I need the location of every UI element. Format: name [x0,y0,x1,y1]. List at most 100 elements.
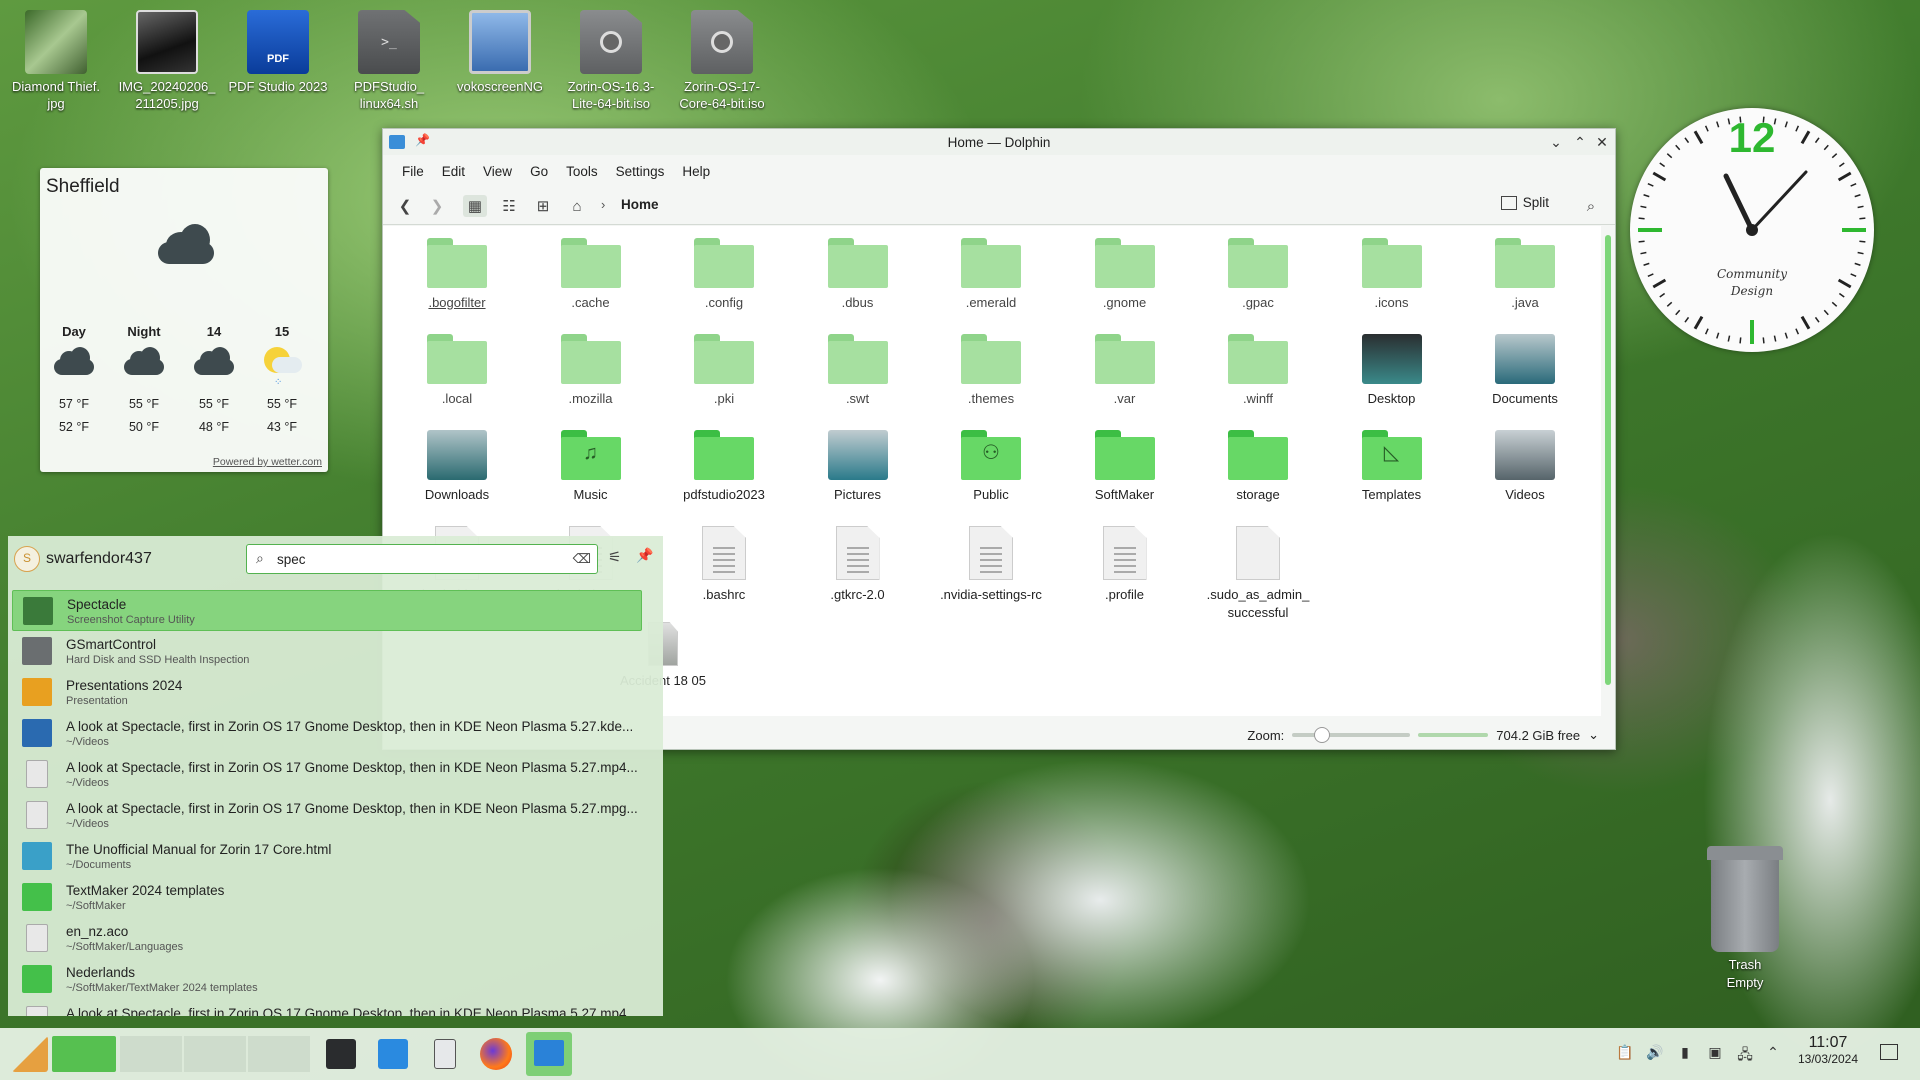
desktop-icon[interactable]: Zorin-OS-17- Core-64-bit.iso [672,6,772,112]
window-titlebar[interactable]: 📌 Home — Dolphin ⌄ ⌃ ✕ [383,129,1615,155]
kde-connect-icon[interactable] [434,1039,456,1069]
file-item[interactable]: .config [664,238,784,312]
search-result[interactable]: Spectacle Screenshot Capture Utility [12,590,642,631]
file-item[interactable]: .themes [931,334,1051,408]
close-button[interactable]: ✕ [1593,133,1611,151]
clear-search-icon[interactable]: ⌫ [573,551,591,567]
file-item[interactable]: .icons [1332,238,1452,312]
desktop-icon[interactable]: Diamond Thief. jpg [6,6,106,112]
compact-view-icon[interactable]: ☷ [497,195,521,217]
desktop-icon[interactable]: PDF PDF Studio 2023 [228,6,328,95]
home-icon[interactable]: ⌂ [565,195,589,217]
show-desktop-icon[interactable] [1880,1044,1898,1060]
pin-icon[interactable]: 📌 [636,547,653,564]
file-item[interactable]: .local [397,334,517,408]
file-item[interactable]: .gtkrc-2.0 [798,526,918,604]
file-item[interactable]: Pictures [798,430,918,504]
search-result[interactable]: A look at Spectacle, first in Zorin OS 1… [12,754,642,795]
menu-settings[interactable]: Settings [607,164,674,179]
search-result[interactable]: The Unofficial Manual for Zorin 17 Core.… [12,836,642,877]
system-settings-icon[interactable] [326,1039,356,1069]
file-item[interactable]: ◺ Templates [1332,430,1452,504]
search-result[interactable]: A look at Spectacle, first in Zorin OS 1… [12,713,642,754]
file-item[interactable]: .java [1465,238,1585,312]
video-file-icon [22,719,52,747]
menu-edit[interactable]: Edit [433,164,474,179]
desktop-icon[interactable]: IMG_20240206_ 211205.jpg [117,6,217,112]
menu-file[interactable]: File [393,164,433,179]
file-item[interactable]: Downloads [397,430,517,504]
desktop-icon[interactable]: vokoscreenNG [450,6,550,95]
file-item[interactable]: .sudo_as_admin_ successful [1198,526,1318,622]
file-item[interactable]: .dbus [798,238,918,312]
menu-tools[interactable]: Tools [557,164,607,179]
file-item[interactable]: .bashrc [664,526,784,604]
volume-icon[interactable]: 🔊 [1646,1044,1664,1062]
desktop-icon[interactable]: Zorin-OS-16.3- Lite-64-bit.iso [561,6,661,112]
forward-arrow-icon[interactable]: ❯ [425,195,449,217]
avatar[interactable]: S [14,546,40,572]
pager-desktop-4[interactable] [248,1036,310,1072]
file-item[interactable]: .swt [798,334,918,408]
pager-desktop-3[interactable] [184,1036,246,1072]
minimize-button[interactable]: ⌄ [1547,133,1565,151]
menu-view[interactable]: View [474,164,521,179]
file-item[interactable]: .winff [1198,334,1318,408]
tray-expand-icon[interactable]: ⌃ [1764,1044,1782,1062]
file-item[interactable]: .gnome [1065,238,1185,312]
digital-clock[interactable]: 11:07 13/03/2024 [1786,1034,1870,1066]
search-result[interactable]: en_nz.aco ~/SoftMaker/Languages [12,918,642,959]
weather-provider-link[interactable]: Powered by wetter.com [213,456,322,468]
file-item[interactable]: ♫ Music [531,430,651,504]
firefox-icon[interactable] [480,1038,512,1070]
search-result[interactable]: TextMaker 2024 templates ~/SoftMaker [12,877,642,918]
clipboard-icon[interactable]: 📋 [1616,1044,1634,1062]
file-item[interactable]: ⚇ Public [931,430,1051,504]
search-result[interactable]: A look at Spectacle, first in Zorin OS 1… [12,795,642,836]
file-item[interactable]: pdfstudio2023 [664,430,784,504]
settings-sliders-icon[interactable]: ⚟ [608,548,621,566]
launcher-search-input[interactable]: ⌕ spec ⌫ [246,544,598,574]
file-item[interactable]: .gpac [1198,238,1318,312]
result-subtitle: ~/SoftMaker [66,900,126,912]
discover-store-icon[interactable] [378,1039,408,1069]
split-button[interactable]: Split [1500,195,1549,210]
pager-desktop-1[interactable] [52,1036,116,1072]
file-item[interactable]: Documents [1465,334,1585,408]
search-result[interactable]: Presentations 2024 Presentation [12,672,642,713]
file-item[interactable]: SoftMaker [1065,430,1185,504]
icons-view-icon[interactable]: ▦ [463,195,487,217]
network-icon[interactable]: 🖧 [1736,1044,1754,1062]
pager-desktop-2[interactable] [120,1036,182,1072]
trash-desktop-icon[interactable]: Trash Empty [1690,846,1800,992]
menu-go[interactable]: Go [521,164,557,179]
file-item[interactable]: .pki [664,334,784,408]
file-item[interactable]: .profile [1065,526,1185,604]
file-item[interactable]: .mozilla [531,334,651,408]
file-item[interactable]: .cache [531,238,651,312]
back-arrow-icon[interactable]: ❮ [393,195,417,217]
search-result[interactable]: A look at Spectacle, first in Zorin OS 1… [12,1000,642,1016]
dolphin-task-button[interactable] [526,1032,572,1076]
file-item[interactable]: .nvidia-settings-rc [931,526,1051,604]
kde-connect-tray-icon[interactable]: ▣ [1706,1044,1724,1062]
vertical-scrollbar[interactable] [1605,235,1611,685]
search-icon[interactable]: ⌕ [1579,195,1603,217]
search-result[interactable]: Nederlands ~/SoftMaker/TextMaker 2024 tem… [12,959,642,1000]
zoom-slider[interactable] [1292,727,1411,743]
file-item[interactable]: .emerald [931,238,1051,312]
maximize-button[interactable]: ⌃ [1571,133,1589,151]
search-result[interactable]: GSmartControl Hard Disk and SSD Health In… [12,631,642,672]
file-item[interactable]: storage [1198,430,1318,504]
zorin-menu-icon[interactable] [12,1036,48,1072]
chevron-down-icon[interactable]: ⌄ [1588,727,1599,743]
file-item[interactable]: .var [1065,334,1185,408]
menu-help[interactable]: Help [673,164,719,179]
details-view-icon[interactable]: ⊞ [531,195,555,217]
file-item[interactable]: Desktop [1332,334,1452,408]
desktop-icon[interactable]: >_ PDFStudio_ linux64.sh [339,6,439,112]
file-item[interactable]: .bogofilter [397,238,517,312]
file-item[interactable]: Videos [1465,430,1585,504]
usb-device-icon[interactable]: ▮ [1676,1044,1694,1062]
breadcrumb-home[interactable]: Home [621,197,659,212]
